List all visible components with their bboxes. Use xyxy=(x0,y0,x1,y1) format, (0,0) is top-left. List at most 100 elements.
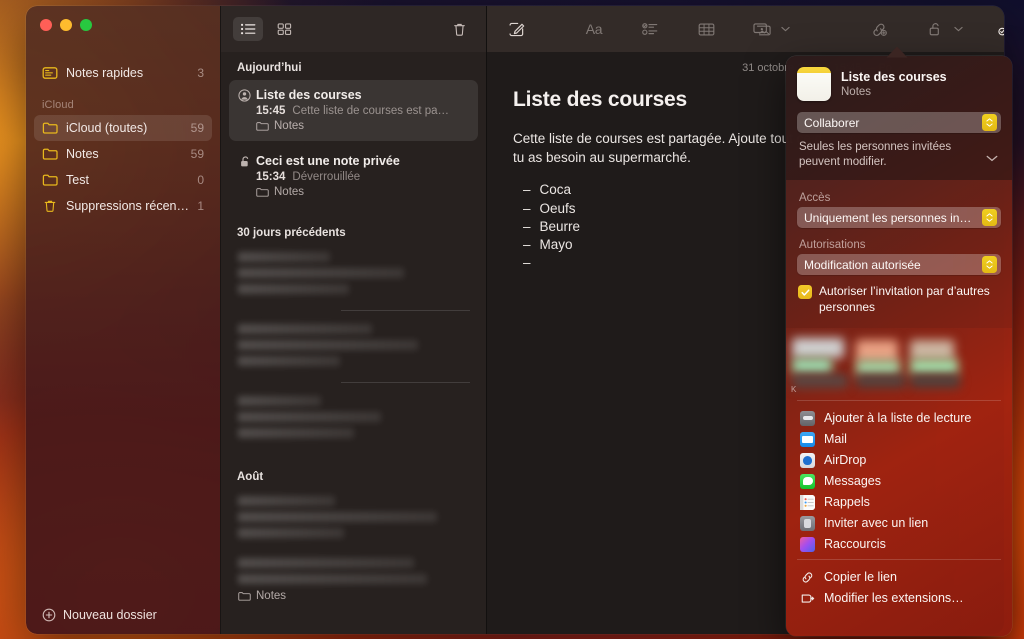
new-folder-button[interactable]: Nouveau dossier xyxy=(26,596,220,634)
action-label: Copier le lien xyxy=(824,570,897,585)
note-folder-label: Notes xyxy=(274,120,305,132)
note-list-panel: Aujourd’hui Liste des courses 15:45 Cett… xyxy=(220,6,486,634)
format-aa-icon[interactable]: Aa xyxy=(579,16,609,42)
mail-icon xyxy=(800,431,815,447)
share-targets-list: Ajouter à la liste de lecture Mail AirDr… xyxy=(786,401,1012,559)
sidebar-item-notes[interactable]: Notes 59 xyxy=(34,141,212,167)
shortcuts-icon xyxy=(800,536,815,552)
note-list-item[interactable] xyxy=(229,489,478,551)
dash-bullet: – xyxy=(523,200,531,216)
checkbox-checked-icon[interactable] xyxy=(798,285,812,300)
note-list-scroll[interactable]: Aujourd’hui Liste des courses 15:45 Cett… xyxy=(221,52,486,634)
redacted-text xyxy=(238,340,419,350)
note-meta: 15:45 Cette liste de courses est pa… xyxy=(256,105,469,117)
collaborate-mode-note: Seules les personnes invitées peuvent mo… xyxy=(797,140,1001,170)
note-snippet: Déverrouillée xyxy=(292,171,361,183)
permissions-select[interactable]: Modification autorisée xyxy=(797,254,1001,276)
stepper-icon[interactable] xyxy=(982,114,997,131)
redacted-contact xyxy=(792,357,832,374)
collaborate-icon[interactable] xyxy=(991,16,1004,42)
access-select[interactable]: Uniquement les personnes in… xyxy=(797,207,1001,229)
share-target-shortcuts[interactable]: Raccourcis xyxy=(786,534,1012,555)
note-list-item[interactable]: Liste des courses 15:45 Cette liste de c… xyxy=(229,80,478,141)
redacted-contact xyxy=(910,339,954,360)
list-divider xyxy=(340,310,470,311)
folder-icon xyxy=(256,121,269,131)
share-target-label: Raccourcis xyxy=(824,537,886,552)
popover-top-section: Liste des courses Notes Collaborer Seule… xyxy=(786,56,1012,181)
maximize-button[interactable] xyxy=(80,19,92,31)
redacted-text xyxy=(238,396,322,406)
stepper-icon[interactable] xyxy=(982,209,997,227)
compose-icon[interactable] xyxy=(501,16,531,42)
sidebar-item-count: 59 xyxy=(190,147,204,161)
note-folder: Notes xyxy=(256,186,469,198)
popover-subtitle: Notes xyxy=(841,86,872,98)
checklist-icon[interactable] xyxy=(635,16,665,42)
redacted-text xyxy=(238,284,349,294)
close-button[interactable] xyxy=(40,19,52,31)
chevron-down-icon[interactable] xyxy=(986,149,999,167)
sidebar-item-suppressions-recentes[interactable]: Suppressions récentes 1 xyxy=(34,193,212,219)
stepper-icon[interactable] xyxy=(982,256,997,274)
note-list-item[interactable] xyxy=(229,389,478,451)
lock-icon[interactable] xyxy=(920,16,950,42)
list-divider xyxy=(340,382,470,383)
popover-access-section: Accès Uniquement les personnes in… Autor… xyxy=(786,180,1012,328)
redacted-text xyxy=(238,428,354,438)
redacted-contact xyxy=(792,373,848,388)
share-target-label: Ajouter à la liste de lecture xyxy=(824,411,972,426)
redacted-text xyxy=(238,496,336,506)
note-section-header: 30 jours précédents xyxy=(237,227,346,239)
note-list-item[interactable]: Ceci est une note privée 15:34 Déverroui… xyxy=(229,146,478,207)
share-target-messages[interactable]: Messages xyxy=(786,471,1012,492)
note-folder: Notes xyxy=(256,120,469,132)
note-list-item[interactable]: Notes xyxy=(229,551,478,609)
contacts-row[interactable]: K xyxy=(786,328,1012,400)
share-target-reading-list[interactable]: Ajouter à la liste de lecture xyxy=(786,408,1012,429)
share-target-label: Mail xyxy=(824,432,847,447)
trash-icon xyxy=(42,199,58,213)
add-link-icon[interactable] xyxy=(864,16,894,42)
note-list-item[interactable] xyxy=(229,317,478,379)
edit-extensions-action[interactable]: Modifier les extensions… xyxy=(786,588,1012,609)
share-popover: Liste des courses Notes Collaborer Seule… xyxy=(786,56,1012,636)
quicknote-icon xyxy=(42,66,58,80)
delete-note-button[interactable] xyxy=(444,17,474,41)
gallery-view-button[interactable] xyxy=(269,17,299,41)
note-snippet: Cette liste de courses est pa… xyxy=(292,105,450,117)
new-folder-label: Nouveau dossier xyxy=(63,608,157,622)
redacted-text xyxy=(238,558,414,568)
list-view-button[interactable] xyxy=(233,17,263,41)
popover-header-text: Liste des courses Notes xyxy=(841,70,947,98)
copy-link-action[interactable]: Copier le lien xyxy=(786,567,1012,588)
chevron-down-icon[interactable] xyxy=(779,26,792,32)
sidebar-list: Notes rapides 3 iCloud iCloud (toutes) 5… xyxy=(26,46,220,596)
sidebar-item-count: 1 xyxy=(197,199,204,213)
reading-list-icon xyxy=(800,410,815,426)
sidebar-item-quick-note[interactable]: Notes rapides 3 xyxy=(34,60,212,86)
note-folder-label: Notes xyxy=(274,186,305,198)
note-list-text: Beurre xyxy=(539,218,581,234)
sidebar-item-test[interactable]: Test 0 xyxy=(34,167,212,193)
table-icon[interactable] xyxy=(691,16,721,42)
chevron-down-icon[interactable] xyxy=(952,26,965,32)
share-target-invite-link[interactable]: Inviter avec un lien xyxy=(786,513,1012,534)
sidebar-item-count: 3 xyxy=(197,66,204,80)
share-target-mail[interactable]: Mail xyxy=(786,429,1012,450)
share-target-label: AirDrop xyxy=(824,453,867,468)
allow-invite-checkbox-row[interactable]: Autoriser l’invitation par d’autres pers… xyxy=(797,284,1001,315)
share-target-airdrop[interactable]: AirDrop xyxy=(786,450,1012,471)
sidebar-item-label: Notes rapides xyxy=(66,66,144,80)
note-list-item[interactable] xyxy=(229,245,478,307)
minimize-button[interactable] xyxy=(60,19,72,31)
collaborate-mode-note-text: Seules les personnes invitées peuvent mo… xyxy=(799,141,952,169)
folder-icon xyxy=(42,121,58,135)
sidebar-item-icloud-toutes[interactable]: iCloud (toutes) 59 xyxy=(34,115,212,141)
redacted-contact xyxy=(856,339,898,362)
note-section-header: Août xyxy=(237,471,264,483)
collaborate-mode-select[interactable]: Collaborer xyxy=(797,112,1001,133)
media-icon[interactable] xyxy=(747,16,777,42)
note-meta: 15:34 Déverrouillée xyxy=(256,171,469,183)
share-target-reminders[interactable]: Rappels xyxy=(786,492,1012,513)
